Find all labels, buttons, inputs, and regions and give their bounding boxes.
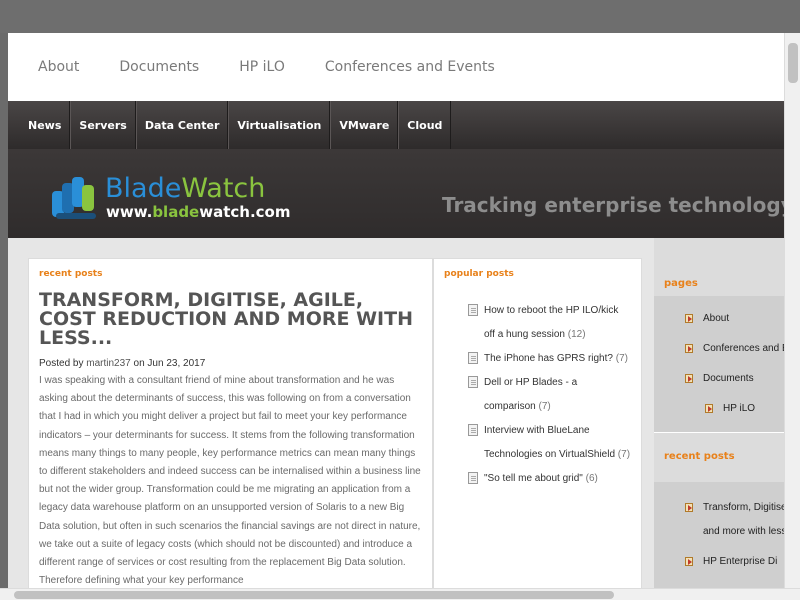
logo-name: BladeWatch <box>105 173 266 204</box>
nav-data-center[interactable]: Data Center <box>135 101 229 149</box>
horizontal-scroll-thumb[interactable] <box>14 591 614 599</box>
popular-posts-column: popular posts How to reboot the HP ILO/k… <box>433 258 642 588</box>
sidebar-recent-heading: recent posts <box>664 451 735 462</box>
pages-list: About Conferences and Events Documents H… <box>654 296 784 432</box>
pages-widget-head: pages <box>654 238 784 296</box>
logo-url: www.bladewatch.com <box>106 203 291 221</box>
top-link-documents[interactable]: Documents <box>119 59 199 75</box>
site-logo[interactable]: BladeWatch www.bladewatch.com <box>48 173 291 225</box>
document-icon <box>468 304 478 316</box>
popular-post-item: Dell or HP Blades - a comparison (7) <box>444 371 631 419</box>
vertical-scrollbar[interactable] <box>784 33 800 588</box>
post-author-link[interactable]: martin237 <box>86 358 130 369</box>
nav-news[interactable]: News <box>20 101 71 149</box>
recent-posts-heading: recent posts <box>39 269 103 279</box>
vertical-scroll-thumb[interactable] <box>788 43 798 83</box>
nav-virtualisation[interactable]: Virtualisation <box>228 101 331 149</box>
popular-posts-list: How to reboot the HP ILO/kick off a hung… <box>444 299 631 491</box>
top-link-conferences[interactable]: Conferences and Events <box>325 59 495 75</box>
recent-widget-head: recent posts <box>654 432 784 482</box>
popular-posts-heading: popular posts <box>444 269 514 279</box>
right-sidebar: pages About Conferences and Events Docum… <box>654 238 784 588</box>
arrow-bullet-icon <box>685 557 693 566</box>
content-area: recent posts TRANSFORM, DIGITISE, AGILE,… <box>8 238 784 588</box>
top-link-about[interactable]: About <box>38 59 79 75</box>
arrow-bullet-icon <box>705 404 713 413</box>
comment-count: (7) <box>615 353 628 364</box>
sidebar-page-conferences[interactable]: Conferences and Events <box>654 342 784 372</box>
popular-post-link[interactable]: The iPhone has GPRS right? <box>484 353 613 364</box>
popular-post-item: Interview with BlueLane Technologies on … <box>444 419 631 467</box>
page: About Documents HP iLO Conferences and E… <box>8 33 784 588</box>
top-link-hp-ilo[interactable]: HP iLO <box>239 59 285 75</box>
popular-post-link[interactable]: How to reboot the HP ILO/kick off a hung… <box>484 305 618 340</box>
document-icon <box>468 352 478 364</box>
comment-count: (7) <box>617 449 631 460</box>
nav-vmware[interactable]: VMware <box>330 101 399 149</box>
popular-post-link[interactable]: "So tell me about grid" <box>484 473 583 484</box>
post-meta: Posted by martin237 on Jun 23, 2017 <box>39 358 206 369</box>
popular-post-item: "So tell me about grid" (6) <box>444 467 631 491</box>
sidebar-page-about[interactable]: About <box>654 312 784 342</box>
browser-top-area <box>0 0 800 33</box>
pages-heading: pages <box>664 278 698 289</box>
popular-post-item: How to reboot the HP ILO/kick off a hung… <box>444 299 631 347</box>
site-tagline: Tracking enterprise technology tr <box>442 193 784 217</box>
horizontal-scrollbar[interactable] <box>0 588 800 600</box>
sidebar-recent-list: Transform, Digitise, Agile, Cost Reducti… <box>654 482 784 588</box>
arrow-bullet-icon <box>685 314 693 323</box>
arrow-bullet-icon <box>685 503 693 512</box>
main-column: recent posts TRANSFORM, DIGITISE, AGILE,… <box>28 258 433 588</box>
top-links-bar: About Documents HP iLO Conferences and E… <box>8 33 784 101</box>
comment-count: (6) <box>585 473 598 484</box>
comment-count: (7) <box>538 401 551 412</box>
comment-count: (12) <box>567 329 586 340</box>
logo-icon <box>52 177 96 219</box>
document-icon <box>468 472 478 484</box>
site-header: BladeWatch www.bladewatch.com Tracking e… <box>8 149 784 238</box>
nav-cloud[interactable]: Cloud <box>398 101 452 149</box>
arrow-bullet-icon <box>685 374 693 383</box>
sidebar-recent-item[interactable]: HP Enterprise Di <box>654 550 784 588</box>
post-body: I was speaking with a consultant friend … <box>39 375 421 587</box>
nav-servers[interactable]: Servers <box>70 101 136 149</box>
popular-post-link[interactable]: Dell or HP Blades - a comparison <box>484 377 577 412</box>
sidebar-page-hp-ilo[interactable]: HP iLO <box>654 402 784 432</box>
document-icon <box>468 424 478 436</box>
document-icon <box>468 376 478 388</box>
post-title[interactable]: TRANSFORM, DIGITISE, AGILE, COST REDUCTI… <box>39 291 422 348</box>
sidebar-recent-item[interactable]: Transform, Digitise, Agile, Cost Reducti… <box>654 496 784 550</box>
arrow-bullet-icon <box>685 344 693 353</box>
popular-post-link[interactable]: Interview with BlueLane Technologies on … <box>484 425 615 460</box>
popular-post-item: The iPhone has GPRS right? (7) <box>444 347 631 371</box>
post-date: Jun 23, 2017 <box>147 358 206 369</box>
sidebar-page-documents[interactable]: Documents <box>654 372 784 402</box>
category-nav: News Servers Data Center Virtualisation … <box>8 101 784 149</box>
